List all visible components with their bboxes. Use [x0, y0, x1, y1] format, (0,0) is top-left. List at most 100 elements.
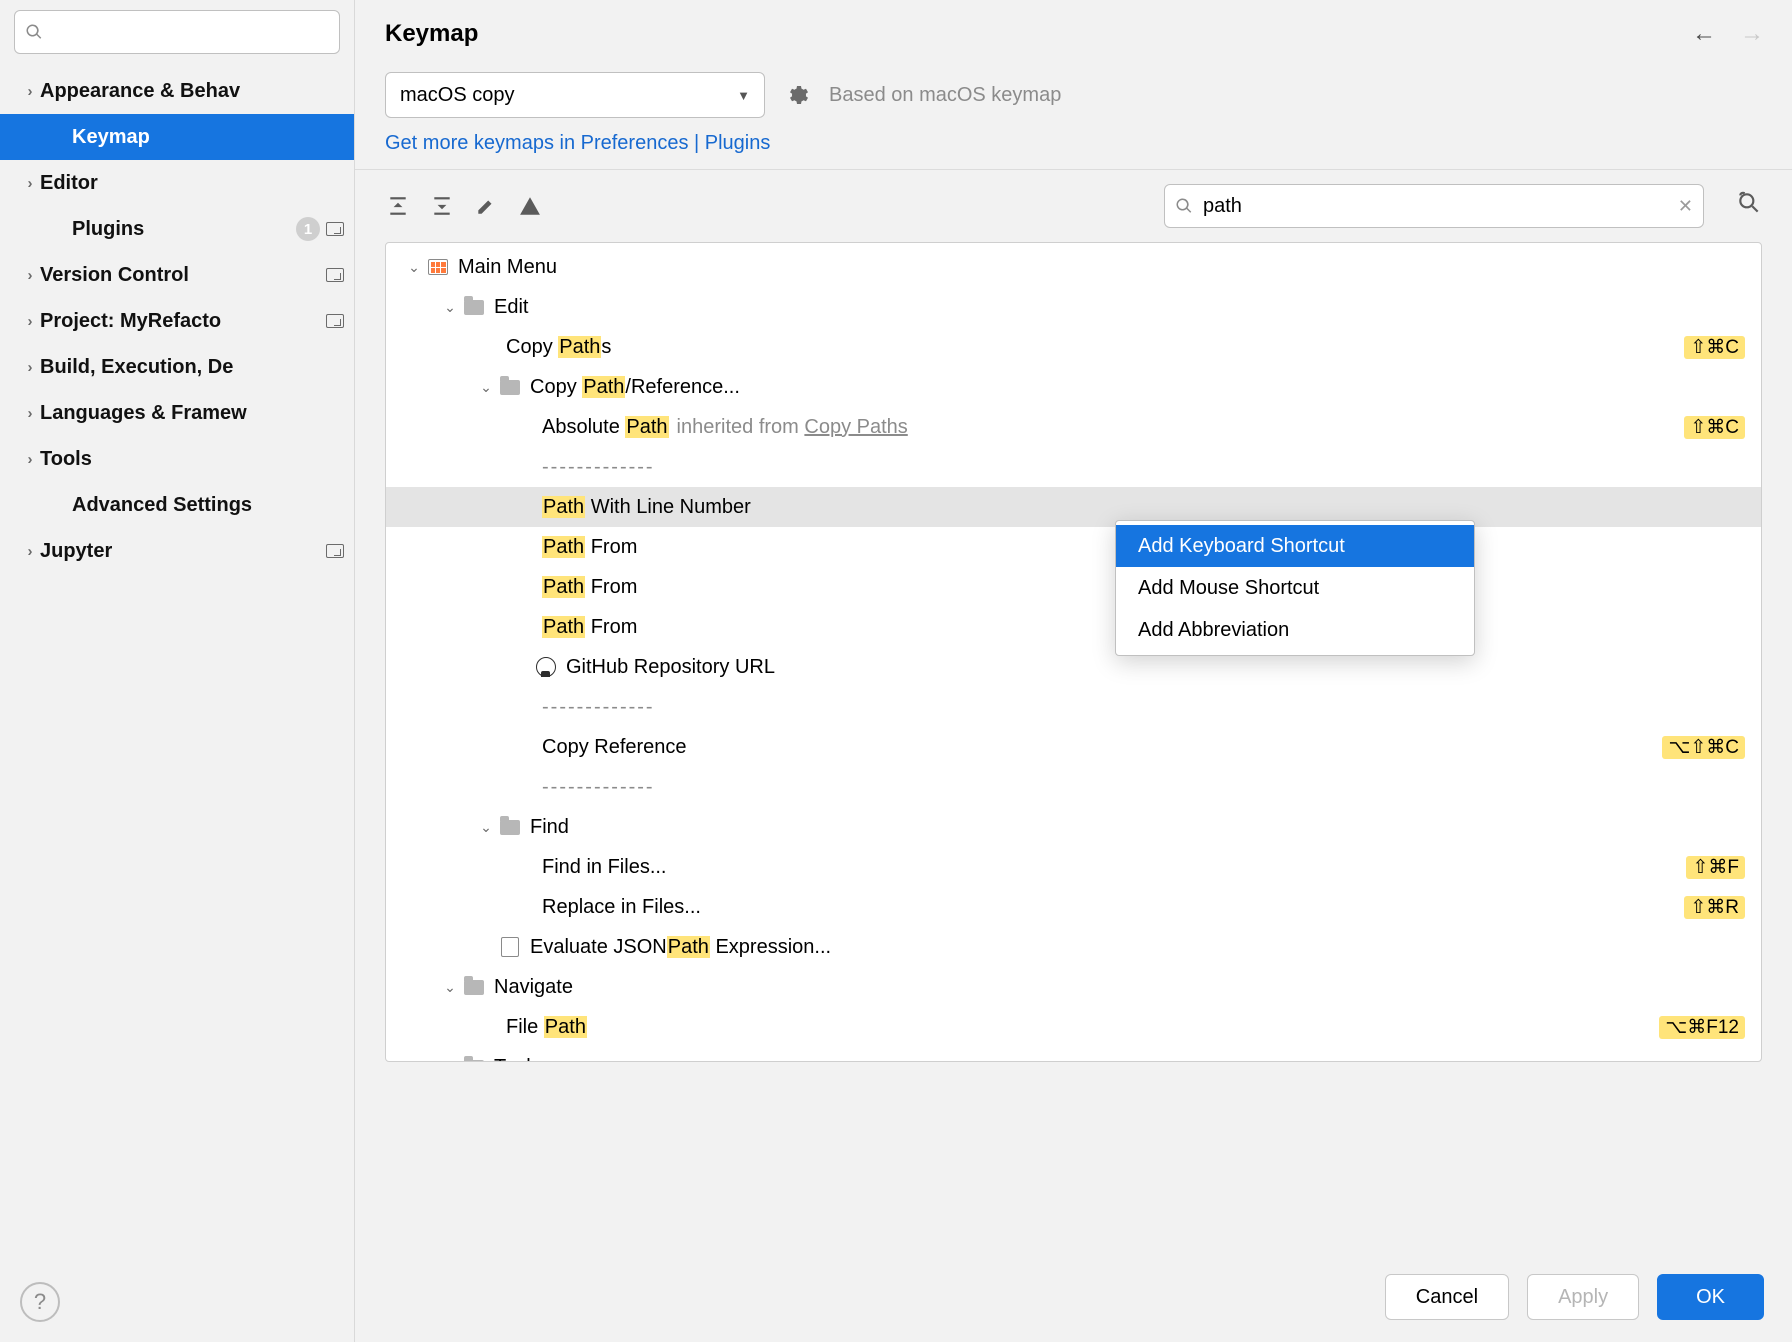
tree-item-label: Absolute Path — [542, 416, 669, 439]
shortcut-badge: ⌥⇧⌘C — [1662, 736, 1745, 759]
tree-item[interactable]: Copy Reference⌥⇧⌘C — [386, 727, 1761, 767]
tree-item[interactable]: Find in Files...⇧⌘F — [386, 847, 1761, 887]
tree-item-label: Find in Files... — [542, 856, 666, 879]
tree-folder[interactable]: ⌄ Main Menu — [386, 247, 1761, 287]
tree-item[interactable]: GitHub Repository URL — [386, 647, 1761, 687]
filter-input[interactable]: path ✕ — [1164, 184, 1704, 228]
context-menu-item-add-keyboard-shortcut[interactable]: Add Keyboard Shortcut — [1116, 525, 1474, 567]
find-by-shortcut-icon[interactable] — [1736, 190, 1762, 222]
sidebar-item-label: Languages & Framew — [40, 402, 338, 425]
sidebar-item-keymap[interactable]: Keymap — [0, 114, 354, 160]
context-menu-item-add-abbreviation[interactable]: Add Abbreviation — [1116, 609, 1474, 651]
sidebar-item-languages-framew[interactable]: ›Languages & Framew — [0, 390, 354, 436]
context-menu: Add Keyboard ShortcutAdd Mouse ShortcutA… — [1115, 520, 1475, 656]
chevron-down-icon: ⌄ — [402, 259, 426, 276]
cancel-button[interactable]: Cancel — [1385, 1274, 1509, 1320]
forward-button[interactable]: → — [1740, 20, 1764, 48]
tree-item-label: GitHub Repository URL — [566, 656, 775, 679]
sidebar-item-label: Version Control — [40, 264, 320, 287]
separator: ------------- — [542, 776, 655, 799]
tree-item[interactable]: ------------- — [386, 687, 1761, 727]
tree-item-label: Tools — [494, 1056, 541, 1063]
tree-item[interactable]: Path With Line Number — [386, 487, 1761, 527]
tree-folder[interactable]: ⌄Find — [386, 807, 1761, 847]
keymap-select-value: macOS copy — [400, 84, 514, 107]
project-scope-icon — [326, 314, 344, 328]
inherited-label: inherited from Copy Paths — [677, 416, 908, 439]
tree-item-label: Main Menu — [458, 256, 557, 279]
folder-icon — [462, 295, 486, 319]
filter-value: path — [1203, 195, 1678, 218]
tree-item[interactable]: ------------- — [386, 447, 1761, 487]
clear-filter-icon[interactable]: ✕ — [1678, 196, 1693, 217]
sidebar-item-editor[interactable]: ›Editor — [0, 160, 354, 206]
sidebar-item-label: Editor — [40, 172, 338, 195]
search-icon — [1175, 197, 1193, 215]
tree-item-label: Copy Path/Reference... — [530, 376, 740, 399]
chevron-right-icon: › — [20, 543, 40, 560]
sidebar-item-label: Keymap — [72, 126, 338, 149]
sidebar-search-input[interactable] — [14, 10, 340, 54]
tree-item[interactable]: Path From — [386, 567, 1761, 607]
sidebar-item-tools[interactable]: ›Tools — [0, 436, 354, 482]
tree-item[interactable]: Replace in Files... ⇧⌘R — [386, 887, 1761, 927]
sidebar-item-label: Project: MyRefacto — [40, 310, 320, 333]
sidebar-item-version-control[interactable]: ›Version Control — [0, 252, 354, 298]
tree-item[interactable]: Path From — [386, 527, 1761, 567]
chevron-right-icon: › — [20, 83, 40, 100]
tree-item-label: Copy Paths — [506, 336, 611, 359]
github-icon — [534, 655, 558, 679]
folder-icon — [462, 975, 486, 999]
tree-item-label: Path With Line Number — [542, 496, 751, 519]
apply-button[interactable]: Apply — [1527, 1274, 1639, 1320]
tree-item[interactable]: Path From — [386, 607, 1761, 647]
chevron-right-icon: › — [20, 451, 40, 468]
sidebar-item-build-execution-de[interactable]: ›Build, Execution, De — [0, 344, 354, 390]
ok-button[interactable]: OK — [1657, 1274, 1764, 1320]
tree-item-label: Replace in Files... — [542, 896, 701, 919]
tree-item-label: File Path — [506, 1016, 587, 1039]
chevron-down-icon: ⌄ — [438, 1059, 462, 1063]
tree-item[interactable]: ------------- — [386, 767, 1761, 807]
context-menu-item-add-mouse-shortcut[interactable]: Add Mouse Shortcut — [1116, 567, 1474, 609]
json-icon — [498, 935, 522, 959]
tree-item[interactable]: Copy Paths⇧⌘C — [386, 327, 1761, 367]
tree-folder[interactable]: ⌄ Tools — [386, 1047, 1761, 1062]
chevron-right-icon: › — [20, 359, 40, 376]
collapse-all-icon[interactable] — [429, 193, 455, 219]
tree-folder[interactable]: ⌄ Copy Path/Reference... — [386, 367, 1761, 407]
sidebar-item-advanced-settings[interactable]: Advanced Settings — [0, 482, 354, 528]
expand-all-icon[interactable] — [385, 193, 411, 219]
help-button[interactable]: ? — [20, 1282, 60, 1322]
based-on-label: Based on macOS keymap — [829, 84, 1061, 107]
chevron-down-icon: ⌄ — [474, 819, 498, 836]
sidebar-item-label: Plugins — [72, 218, 290, 241]
tree-item[interactable]: Evaluate JSONPath Expression... — [386, 927, 1761, 967]
sidebar-item-appearance-behav[interactable]: ›Appearance & Behav — [0, 68, 354, 114]
tree-item-label: Path From — [542, 616, 637, 639]
tree-item-label: Path From — [542, 536, 637, 559]
tree-item[interactable]: Absolute Path inherited from Copy Paths⇧… — [386, 407, 1761, 447]
edit-icon[interactable] — [473, 193, 499, 219]
tree-folder[interactable]: ⌄Navigate — [386, 967, 1761, 1007]
warning-icon[interactable] — [517, 193, 543, 219]
sidebar-item-label: Jupyter — [40, 540, 320, 563]
gear-icon[interactable] — [785, 83, 809, 107]
chevron-right-icon: › — [20, 267, 40, 284]
separator: ------------- — [542, 456, 655, 479]
badge: 1 — [296, 217, 320, 241]
chevron-right-icon: › — [20, 313, 40, 330]
keymap-select[interactable]: macOS copy ▼ — [385, 72, 765, 118]
folder-icon — [498, 375, 522, 399]
sidebar-item-jupyter[interactable]: ›Jupyter — [0, 528, 354, 574]
back-button[interactable]: ← — [1692, 20, 1716, 48]
sidebar-item-plugins[interactable]: Plugins 1 — [0, 206, 354, 252]
tree-item[interactable]: File Path ⌥⌘F12 — [386, 1007, 1761, 1047]
chevron-down-icon: ⌄ — [474, 379, 498, 396]
shortcut-badge: ⌥⌘F12 — [1659, 1016, 1745, 1039]
sidebar-item-project-myrefacto[interactable]: ›Project: MyRefacto — [0, 298, 354, 344]
get-more-keymaps-link[interactable]: Get more keymaps in Preferences | Plugin… — [355, 124, 1792, 169]
sidebar-item-label: Appearance & Behav — [40, 80, 338, 103]
tree-folder[interactable]: ⌄Edit — [386, 287, 1761, 327]
shortcut-badge: ⇧⌘R — [1684, 896, 1745, 919]
